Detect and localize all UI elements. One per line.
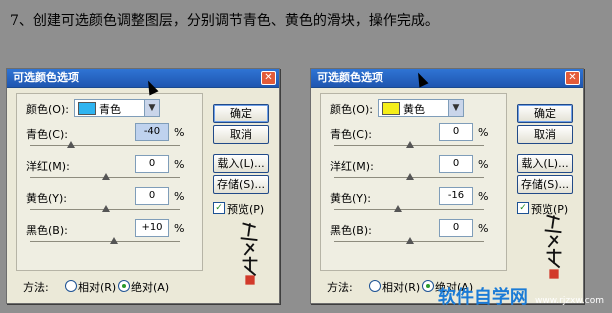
color-swatch bbox=[78, 102, 96, 115]
slider-track[interactable] bbox=[30, 145, 180, 146]
close-button[interactable]: ✕ bbox=[565, 71, 580, 85]
param-label: 洋红(M): bbox=[26, 160, 70, 173]
percent-sign: % bbox=[174, 222, 185, 235]
dialog-title: 可选颜色选项 bbox=[317, 71, 383, 84]
slider-thumb[interactable] bbox=[406, 173, 414, 180]
color-label: 颜色(O): bbox=[26, 103, 69, 116]
chevron-down-icon[interactable]: ▼ bbox=[144, 100, 159, 116]
param-label: 洋红(M): bbox=[330, 160, 374, 173]
param-input[interactable]: 0 bbox=[135, 155, 169, 173]
relative-label: 相对(R) bbox=[78, 281, 117, 294]
param-input[interactable]: 0 bbox=[135, 187, 169, 205]
param-label: 青色(C): bbox=[330, 128, 372, 141]
save-button[interactable]: 存储(S)... bbox=[517, 175, 573, 194]
param-label: 黑色(B): bbox=[330, 224, 372, 237]
percent-sign: % bbox=[478, 222, 489, 235]
preview-label: 预览(P) bbox=[227, 203, 265, 216]
param-input[interactable]: -16 bbox=[439, 187, 473, 205]
percent-sign: % bbox=[478, 190, 489, 203]
color-label: 颜色(O): bbox=[330, 103, 373, 116]
method-label: 方法: bbox=[23, 281, 49, 294]
color-select[interactable]: 青色 ▼ bbox=[74, 99, 160, 117]
close-button[interactable]: ✕ bbox=[261, 71, 276, 85]
param-row-black: 黑色(B): +10 % bbox=[26, 219, 201, 255]
percent-sign: % bbox=[174, 126, 185, 139]
slider-thumb[interactable] bbox=[102, 173, 110, 180]
relative-radio[interactable] bbox=[369, 280, 381, 292]
param-row-magenta: 洋红(M): 0 % bbox=[330, 155, 505, 191]
color-swatch bbox=[382, 102, 400, 115]
close-icon: ✕ bbox=[568, 72, 577, 83]
watermark-main: 软件自学网 bbox=[437, 287, 528, 308]
slider-track[interactable] bbox=[30, 241, 180, 242]
param-input[interactable]: +10 bbox=[135, 219, 169, 237]
slider-thumb[interactable] bbox=[406, 237, 414, 244]
color-select-value: 青色 bbox=[99, 103, 121, 116]
selective-color-dialog-yellow: 可选颜色选项 ✕ 颜色(O): 黄色 ▼ 青色(C): 0 % 洋红(M): 0… bbox=[310, 68, 584, 304]
relative-radio[interactable] bbox=[65, 280, 77, 292]
param-row-yellow: 黄色(Y): 0 % bbox=[26, 187, 201, 223]
absolute-radio[interactable] bbox=[422, 280, 434, 292]
percent-sign: % bbox=[174, 190, 185, 203]
save-button[interactable]: 存储(S)... bbox=[213, 175, 269, 194]
absolute-label: 绝对(A) bbox=[131, 281, 170, 294]
watermark-url: www.rjzxw.com bbox=[535, 296, 604, 306]
percent-sign: % bbox=[478, 158, 489, 171]
color-select[interactable]: 黄色 ▼ bbox=[378, 99, 464, 117]
param-row-yellow: 黄色(Y): -16 % bbox=[330, 187, 505, 223]
cancel-button[interactable]: 取消 bbox=[213, 125, 269, 144]
param-row-cyan: 青色(C): -40 % bbox=[26, 123, 201, 159]
calligraphy-signature bbox=[544, 214, 562, 279]
percent-sign: % bbox=[478, 126, 489, 139]
param-label: 黄色(Y): bbox=[26, 192, 68, 205]
absolute-radio[interactable] bbox=[118, 280, 130, 292]
color-select-value: 黄色 bbox=[403, 103, 425, 116]
param-label: 青色(C): bbox=[26, 128, 68, 141]
preview-checkbox[interactable]: ✓ bbox=[517, 202, 529, 214]
slider-track[interactable] bbox=[334, 209, 484, 210]
slider-thumb[interactable] bbox=[406, 141, 414, 148]
preview-checkbox[interactable]: ✓ bbox=[213, 202, 225, 214]
slider-thumb[interactable] bbox=[102, 205, 110, 212]
cancel-button[interactable]: 取消 bbox=[517, 125, 573, 144]
param-label: 黄色(Y): bbox=[330, 192, 372, 205]
relative-label: 相对(R) bbox=[382, 281, 421, 294]
param-row-magenta: 洋红(M): 0 % bbox=[26, 155, 201, 191]
param-input[interactable]: 0 bbox=[439, 123, 473, 141]
load-button[interactable]: 载入(L)... bbox=[517, 154, 573, 173]
ok-button[interactable]: 确定 bbox=[213, 104, 269, 123]
ok-button[interactable]: 确定 bbox=[517, 104, 573, 123]
dialog-titlebar[interactable]: 可选颜色选项 ✕ bbox=[311, 69, 583, 88]
selective-color-dialog-cyan: 可选颜色选项 ✕ 颜色(O): 青色 ▼ 青色(C): -40 % 洋红(M):… bbox=[6, 68, 280, 304]
load-button[interactable]: 载入(L)... bbox=[213, 154, 269, 173]
param-label: 黑色(B): bbox=[26, 224, 68, 237]
calligraphy-signature bbox=[240, 222, 258, 285]
slider-thumb[interactable] bbox=[110, 237, 118, 244]
chevron-down-icon[interactable]: ▼ bbox=[448, 100, 463, 116]
site-watermark: 软件自学网 www.rjzxw.com bbox=[437, 283, 604, 308]
percent-sign: % bbox=[174, 158, 185, 171]
param-row-black: 黑色(B): 0 % bbox=[330, 219, 505, 255]
method-label: 方法: bbox=[327, 281, 353, 294]
slider-thumb[interactable] bbox=[394, 205, 402, 212]
dialog-titlebar[interactable]: 可选颜色选项 ✕ bbox=[7, 69, 279, 88]
tutorial-caption: 7、创建可选颜色调整图层，分别调节青色、黄色的滑块，操作完成。 bbox=[10, 13, 439, 29]
slider-thumb[interactable] bbox=[67, 141, 75, 148]
param-input[interactable]: 0 bbox=[439, 219, 473, 237]
close-icon: ✕ bbox=[264, 72, 273, 83]
param-row-cyan: 青色(C): 0 % bbox=[330, 123, 505, 159]
param-input[interactable]: -40 bbox=[135, 123, 169, 141]
dialog-title: 可选颜色选项 bbox=[13, 71, 79, 84]
param-input[interactable]: 0 bbox=[439, 155, 473, 173]
